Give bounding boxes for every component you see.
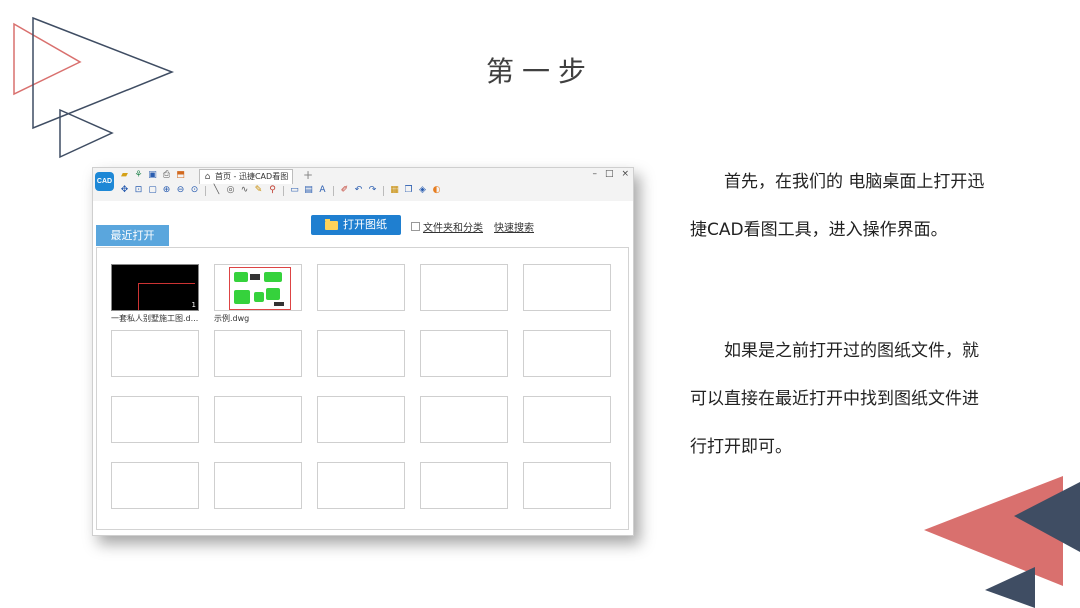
undo-icon[interactable]: ↶ — [353, 185, 364, 196]
paragraph-text-2: 如果是之前打开过的图纸文件，就可以直接在最近打开中找到图纸文件进行打开即可。 — [690, 341, 979, 457]
empty-slot — [317, 330, 405, 377]
toolbar-separator — [383, 185, 384, 196]
empty-slot — [420, 462, 508, 509]
open-drawing-label: 打开图纸 — [343, 218, 387, 231]
quick-search-link[interactable]: 快速搜索 — [494, 219, 534, 234]
empty-slot — [420, 396, 508, 443]
drawing-block — [234, 290, 250, 304]
empty-slot — [111, 396, 199, 443]
empty-slot — [420, 330, 508, 377]
paragraph-step-2: 如果是之前打开过的图纸文件，就可以直接在最近打开中找到图纸文件进行打开即可。 — [690, 327, 990, 471]
drawing-text — [250, 274, 260, 280]
measure-icon[interactable]: ⚲ — [267, 185, 278, 196]
zoom-out-icon[interactable]: ⊖ — [175, 185, 186, 196]
toolbar-separator — [283, 185, 284, 196]
open-icon[interactable]: ▰ — [119, 170, 130, 181]
layer-icon[interactable]: ▭ — [289, 185, 300, 196]
toolbar-separator — [205, 185, 206, 196]
empty-slot — [317, 462, 405, 509]
tab-home-label: 首页 - 迅捷CAD看图 — [215, 172, 289, 181]
print-icon[interactable]: ⎙ — [161, 170, 172, 181]
zoom-window-icon[interactable]: ⊡ — [133, 185, 144, 196]
empty-slot — [317, 396, 405, 443]
pan-icon[interactable]: ✥ — [119, 185, 130, 196]
eraser-icon[interactable]: ✐ — [339, 185, 350, 196]
empty-slot — [111, 330, 199, 377]
empty-slot — [214, 330, 302, 377]
navy-filled-triangle-lower — [985, 567, 1035, 608]
drawing-block — [264, 272, 282, 282]
navy-outline-triangle-small — [59, 108, 114, 159]
layer-manager-icon[interactable]: ▦ — [389, 185, 400, 196]
color-icon[interactable]: ◐ — [431, 185, 442, 196]
app-logo[interactable]: CAD — [95, 172, 114, 191]
maximize-button[interactable]: □ — [605, 169, 614, 179]
pen-icon[interactable]: ✎ — [253, 185, 264, 196]
folder-category-link[interactable]: 文件夹和分类 — [423, 219, 483, 234]
new-tab-button[interactable]: + — [303, 168, 313, 182]
empty-slot — [420, 264, 508, 311]
recent-file-thumbnail[interactable]: 1 — [111, 264, 199, 311]
circle-icon[interactable]: ◎ — [225, 185, 236, 196]
drawing-block — [254, 292, 264, 302]
drawing-frame — [229, 267, 291, 310]
empty-slot — [523, 330, 611, 377]
empty-slot — [317, 264, 405, 311]
layout-icon[interactable]: ▤ — [303, 185, 314, 196]
close-button[interactable]: × — [621, 169, 629, 179]
empty-slot — [214, 396, 302, 443]
main-toolbar: ✥ ⊡ ▢ ⊕ ⊖ ⊙ ╲ ◎ ∿ ✎ ⚲ ▭ ▤ A ✐ ↶ ↷ ▦ ❐ ◈ … — [119, 185, 442, 196]
line-icon[interactable]: ╲ — [211, 185, 222, 196]
recent-file-name[interactable]: 示例.dwg — [214, 313, 249, 324]
tree-icon[interactable]: ⚘ — [133, 170, 144, 181]
tab-home[interactable]: ⌂ 首页 - 迅捷CAD看图 — [199, 169, 294, 184]
recent-files-grid: 1 一套私人别墅施工图.d... 示例.dwg — [96, 247, 629, 530]
empty-slot — [523, 462, 611, 509]
folder-icon — [325, 218, 338, 230]
empty-slot — [111, 462, 199, 509]
quick-access-toolbar: ▰ ⚘ ▣ ⎙ ⬒ — [119, 170, 186, 181]
thumbnail-mark: 1 — [191, 301, 196, 309]
empty-slot — [523, 264, 611, 311]
slide-title: 第一步 — [485, 55, 594, 88]
recent-file-name[interactable]: 一套私人别墅施工图.d... — [111, 313, 198, 324]
empty-slot — [214, 462, 302, 509]
save-icon[interactable]: ▣ — [147, 170, 158, 181]
toolbar-separator — [333, 185, 334, 196]
window-controls: – □ × — [592, 169, 629, 179]
3d-icon[interactable]: ◈ — [417, 185, 428, 196]
zoom-prev-icon[interactable]: ⊙ — [189, 185, 200, 196]
zoom-in-icon[interactable]: ⊕ — [161, 185, 172, 196]
drawing-text — [274, 302, 284, 306]
zoom-extents-icon[interactable]: ▢ — [147, 185, 158, 196]
text-icon[interactable]: A — [317, 185, 328, 196]
block-icon[interactable]: ❐ — [403, 185, 414, 196]
polyline-icon[interactable]: ∿ — [239, 185, 250, 196]
minimize-button[interactable]: – — [592, 169, 597, 179]
paragraph-step-1: 首先，在我们的 电脑桌面上打开迅捷CAD看图工具，进入操作界面。 — [690, 158, 990, 254]
cad-viewer-window: CAD ▰ ⚘ ▣ ⎙ ⬒ ⌂ 首页 - 迅捷CAD看图 + – □ × ✥ ⊡… — [92, 167, 634, 536]
redo-icon[interactable]: ↷ — [367, 185, 378, 196]
folder-checkbox[interactable] — [411, 222, 420, 231]
tab-recent[interactable]: 最近打开 — [96, 225, 169, 246]
paragraph-text-1: 首先，在我们的 电脑桌面上打开迅捷CAD看图工具，进入操作界面。 — [690, 172, 985, 240]
recent-file-thumbnail[interactable] — [214, 264, 302, 311]
drawing-lines — [138, 283, 195, 310]
export-icon[interactable]: ⬒ — [175, 170, 186, 181]
home-content: 打开图纸 文件夹和分类 快速搜索 最近打开 1 一套私人别墅施工图.d... 示… — [93, 201, 633, 535]
open-drawing-button[interactable]: 打开图纸 — [311, 215, 401, 235]
drawing-block — [266, 288, 280, 300]
home-icon: ⌂ — [204, 171, 211, 182]
empty-slot — [523, 396, 611, 443]
drawing-block — [234, 272, 248, 282]
